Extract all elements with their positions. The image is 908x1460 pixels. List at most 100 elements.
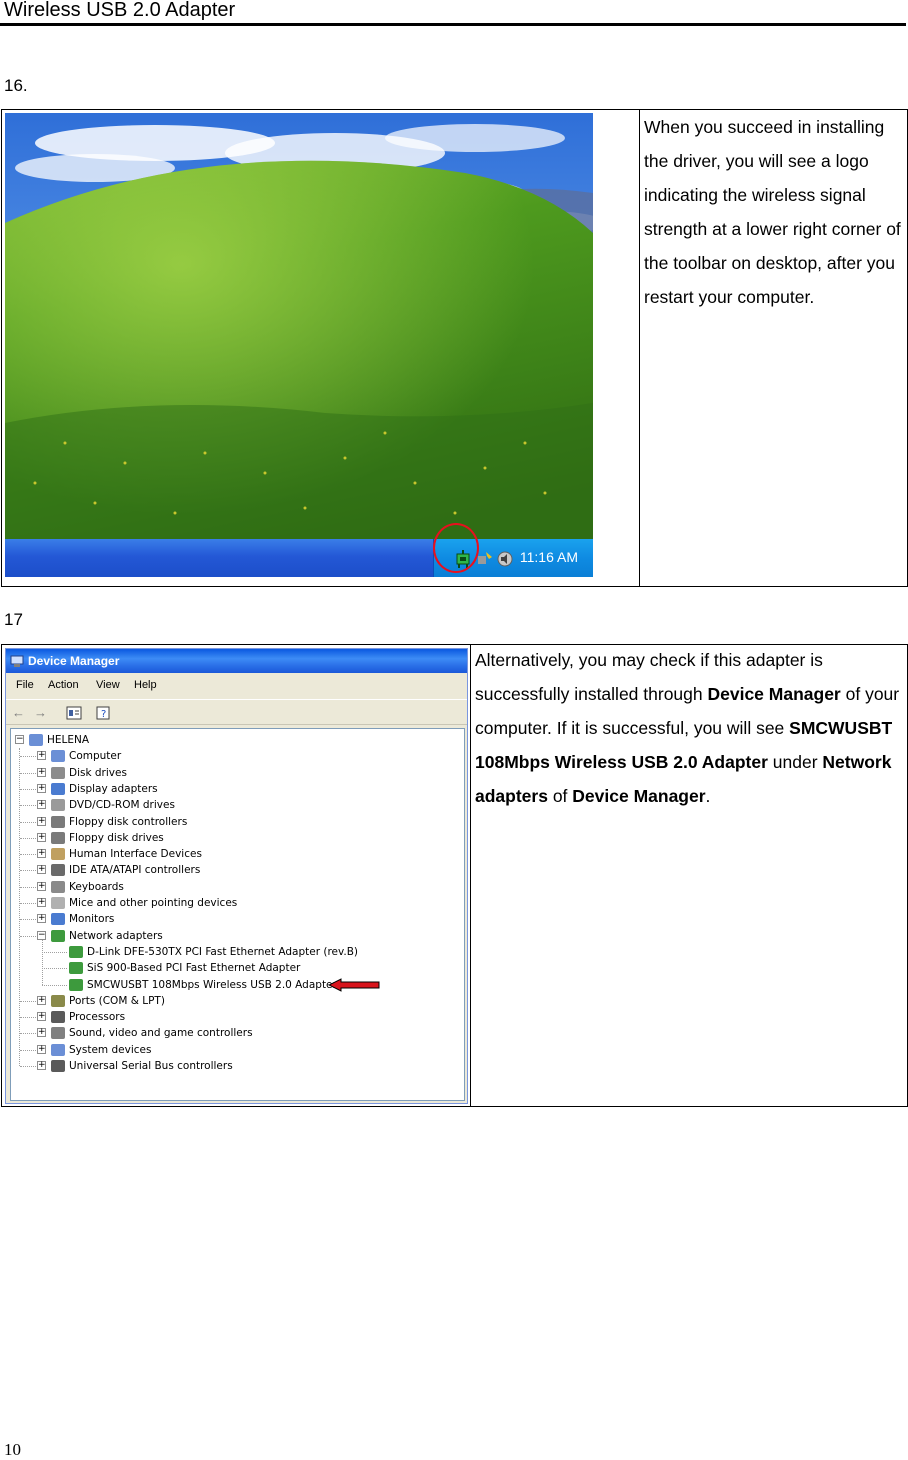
- cell-divider: [470, 645, 471, 1106]
- highlight-circle: [433, 523, 479, 573]
- tree-category-label: Floppy disk controllers: [69, 815, 188, 828]
- tree-category-label: Computer: [69, 750, 122, 763]
- expand-icon[interactable]: +: [37, 800, 46, 810]
- ide-icon: [51, 864, 65, 877]
- expand-icon[interactable]: +: [37, 783, 46, 793]
- tree-connector: [20, 1049, 36, 1051]
- document-header-title: Wireless USB 2.0 Adapter: [4, 0, 236, 21]
- tree-category-label: Keyboards: [69, 880, 124, 893]
- tree-connector: [20, 903, 36, 904]
- back-arrow-icon[interactable]: ←: [12, 705, 25, 720]
- step-16-number: 16.: [4, 76, 28, 95]
- tree-device-label: SMCWUSBT 108Mbps Wireless USB 2.0 Adapte…: [87, 978, 337, 991]
- tree-connector: [20, 870, 36, 872]
- tree-connector: [42, 939, 43, 985]
- step-17-table: Device Manager File Action View Help ← →…: [1, 644, 908, 1107]
- description-text: .: [705, 786, 711, 806]
- tree-connector: [20, 854, 36, 856]
- collapse-icon[interactable]: −: [37, 930, 46, 940]
- taskbar[interactable]: 11:16 AM: [5, 539, 593, 577]
- port-icon: [51, 994, 65, 1007]
- step-16-description: When you succeed in installing the drive…: [644, 117, 901, 307]
- menu-view[interactable]: View: [96, 679, 120, 691]
- expand-icon[interactable]: +: [37, 881, 46, 891]
- device-manager-window: Device Manager File Action View Help ← →…: [5, 648, 468, 1104]
- disk-drive-icon: [51, 766, 65, 779]
- device-manager-icon: [10, 655, 24, 667]
- expand-icon[interactable]: +: [37, 816, 46, 826]
- tree-category-label: DVD/CD-ROM drives: [69, 799, 175, 812]
- expand-icon[interactable]: +: [37, 1028, 46, 1038]
- system-device-icon: [51, 1043, 65, 1056]
- monitor-icon: [51, 913, 65, 926]
- menu-action[interactable]: Action: [48, 679, 79, 691]
- keyboard-icon: [51, 880, 65, 893]
- expand-icon[interactable]: +: [37, 995, 46, 1005]
- expand-icon[interactable]: +: [37, 767, 46, 777]
- tree-connector: [20, 1066, 36, 1067]
- network-card-icon: [69, 962, 83, 975]
- forward-arrow-icon[interactable]: →: [34, 705, 47, 720]
- expand-icon[interactable]: +: [37, 1012, 46, 1022]
- tree-connector: [20, 772, 36, 774]
- mouse-icon: [51, 897, 65, 909]
- tree-category-label: Floppy disk drives: [69, 831, 164, 844]
- usb-icon: [51, 1060, 65, 1072]
- description-text: under: [767, 752, 823, 772]
- tree-connector: [20, 935, 36, 937]
- expand-icon[interactable]: +: [37, 1044, 46, 1054]
- collapse-icon[interactable]: −: [15, 735, 24, 744]
- cell-divider: [639, 110, 640, 586]
- window-titlebar[interactable]: Device Manager: [6, 649, 467, 673]
- taskbar-clock[interactable]: 11:16 AM: [520, 549, 578, 565]
- tree-category-label: Monitors: [69, 913, 115, 926]
- tree-connector: [19, 748, 20, 1067]
- computer-icon: [29, 734, 43, 746]
- processor-icon: [51, 1011, 65, 1024]
- speaker-icon[interactable]: [496, 550, 514, 568]
- description-text: of: [547, 786, 573, 806]
- pointer-arrow-icon: [329, 977, 380, 992]
- window-title: Device Manager: [28, 654, 120, 668]
- tree-category-label: Human Interface Devices: [69, 848, 202, 861]
- expand-icon[interactable]: +: [37, 832, 46, 842]
- network-icon[interactable]: [476, 550, 494, 568]
- tree-connector: [20, 821, 36, 823]
- tree-connector: [42, 984, 67, 986]
- sound-icon: [51, 1027, 65, 1040]
- expand-icon[interactable]: +: [37, 898, 46, 907]
- bold-term: Device Manager: [572, 786, 706, 806]
- menu-help[interactable]: Help: [134, 679, 157, 691]
- expand-icon[interactable]: +: [37, 849, 46, 859]
- tree-category-label: Processors: [69, 1011, 126, 1024]
- expand-icon[interactable]: +: [37, 865, 46, 875]
- tree-category-label: Disk drives: [69, 766, 127, 779]
- desktop-screenshot: 11:16 AM: [5, 113, 593, 577]
- floppy-drive-icon: [51, 831, 65, 844]
- properties-icon[interactable]: [66, 706, 82, 720]
- help-icon[interactable]: ?: [96, 705, 112, 721]
- expand-icon[interactable]: +: [37, 914, 46, 924]
- tree-category-label: Network adapters: [69, 929, 163, 942]
- tree-connector: [20, 919, 36, 921]
- tree-connector: [20, 1017, 36, 1019]
- svg-text:?: ?: [101, 709, 106, 720]
- header-rule: [0, 23, 906, 26]
- tree-category-label: Ports (COM & LPT): [69, 994, 165, 1007]
- menu-file[interactable]: File: [16, 679, 34, 691]
- bold-term: Device Manager: [707, 684, 841, 704]
- tree-connector: [42, 968, 67, 970]
- computer-icon: [51, 750, 65, 763]
- tree-category-label: Universal Serial Bus controllers: [69, 1060, 233, 1072]
- tree-device-label: SiS 900-Based PCI Fast Ethernet Adapter: [87, 962, 301, 975]
- network-adapter-icon: [51, 929, 65, 942]
- tree-root-label: HELENA: [47, 734, 90, 746]
- tree-category-label: System devices: [69, 1043, 152, 1056]
- tree-category-label: Sound, video and game controllers: [69, 1027, 253, 1040]
- expand-icon[interactable]: +: [37, 1061, 46, 1070]
- step-16-table: 11:16 AM When you succeed in installing …: [1, 109, 908, 587]
- expand-icon[interactable]: +: [37, 751, 46, 761]
- bliss-wallpaper: [5, 113, 593, 577]
- tree-connector: [20, 1000, 36, 1002]
- cdrom-icon: [51, 799, 65, 812]
